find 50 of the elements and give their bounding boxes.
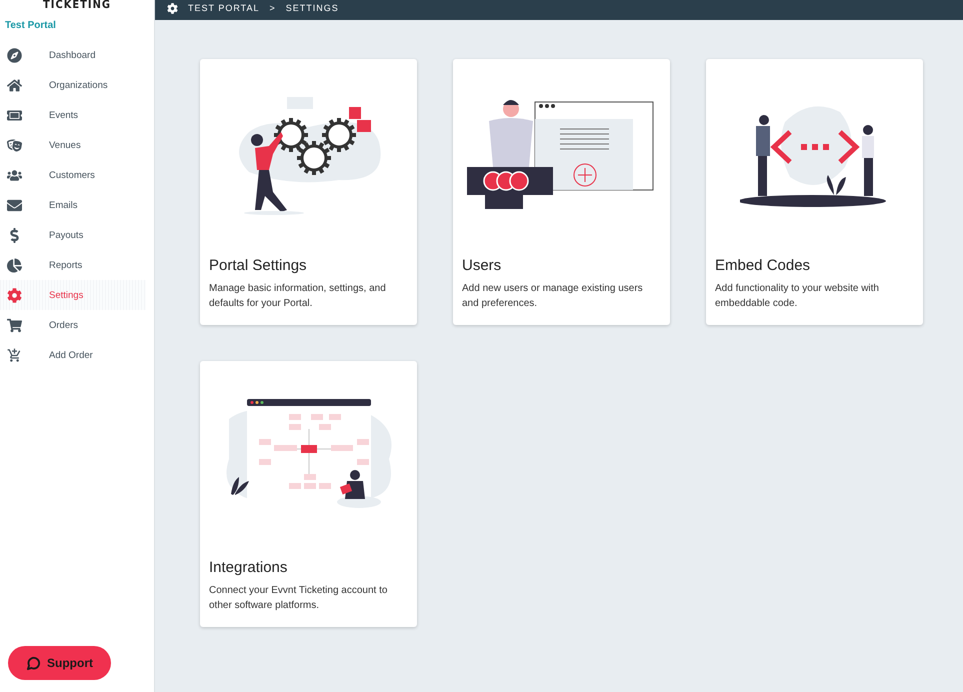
settings-card[interactable]: Users Add new users or manage existing users and preferences.: [453, 59, 670, 325]
sidebar-item-label: Organizations: [49, 80, 108, 90]
sidebar-item[interactable]: Customers: [0, 160, 146, 190]
sidebar-item-label: Customers: [49, 170, 95, 180]
sidebar-item[interactable]: Add Order: [0, 340, 146, 370]
chat-icon: [26, 656, 41, 670]
card-description: Add functionality to your website with embeddable code.: [714, 282, 880, 311]
sidebar-item[interactable]: Orders: [0, 310, 146, 340]
sidebar-item-label: Orders: [49, 320, 78, 330]
sidebar-item-label: Payouts: [49, 230, 84, 240]
breadcrumb-item: TEST PORTAL: [188, 3, 260, 13]
card-description: Add new users or manage existing users and preferences.: [461, 282, 644, 311]
card-title: Integrations: [208, 558, 288, 576]
masks-icon: [6, 137, 22, 153]
sidebar-item-label: Reports: [49, 260, 82, 270]
settings-card[interactable]: Portal Settings Manage basic information, settings, and defaults for your Portal.: [200, 59, 417, 325]
pie-chart-icon: [6, 257, 22, 273]
compass-icon: [6, 47, 22, 63]
breadcrumb-item: >: [270, 3, 276, 13]
card-title: Embed Codes: [714, 256, 812, 274]
sidebar-item-label: Venues: [49, 140, 81, 150]
breadcrumb-item: SETTINGS: [286, 3, 339, 13]
sidebar-item-label: Settings: [49, 290, 84, 300]
card-description: Manage basic information, settings, and defaults for your Portal.: [208, 282, 387, 311]
settings-card[interactable]: Integrations Connect your Evvnt Ticketing account to other software platforms.: [200, 361, 417, 627]
sidebar-item[interactable]: Payouts: [0, 220, 146, 250]
sidebar-item-label: Emails: [49, 200, 78, 210]
sidebar-item[interactable]: Events: [0, 100, 146, 130]
house-icon: [6, 77, 22, 93]
sidebar-item[interactable]: Venues: [0, 130, 146, 160]
sidebar-item-label: Add Order: [49, 350, 93, 360]
settings-icon: [167, 2, 178, 14]
sidebar-item-label: Dashboard: [49, 50, 96, 60]
logo-text: TICKETING: [42, 0, 112, 10]
sidebar-item[interactable]: Emails: [0, 190, 146, 220]
envelope-icon: [6, 197, 22, 213]
sidebar-item[interactable]: Reports: [0, 250, 146, 280]
support-button[interactable]: Support: [8, 646, 111, 680]
card-title: Users: [461, 256, 502, 274]
cart-icon: [6, 317, 22, 333]
sidebar-item[interactable]: Dashboard: [0, 40, 146, 70]
card-title: Portal Settings: [208, 256, 308, 274]
sidebar-item[interactable]: Organizations: [0, 70, 146, 100]
portal-name: Test Portal: [4, 19, 57, 33]
card-description: Connect your Evvnt Ticketing account to other software platforms.: [208, 584, 388, 613]
settings-icon: [6, 287, 22, 303]
sidebar-item-label: Events: [49, 110, 78, 120]
cart-plus-icon: [6, 347, 22, 363]
sidebar-item[interactable]: Settings: [0, 280, 146, 310]
settings-card[interactable]: Embed Codes Add functionality to your website with embeddable code.: [706, 59, 923, 325]
